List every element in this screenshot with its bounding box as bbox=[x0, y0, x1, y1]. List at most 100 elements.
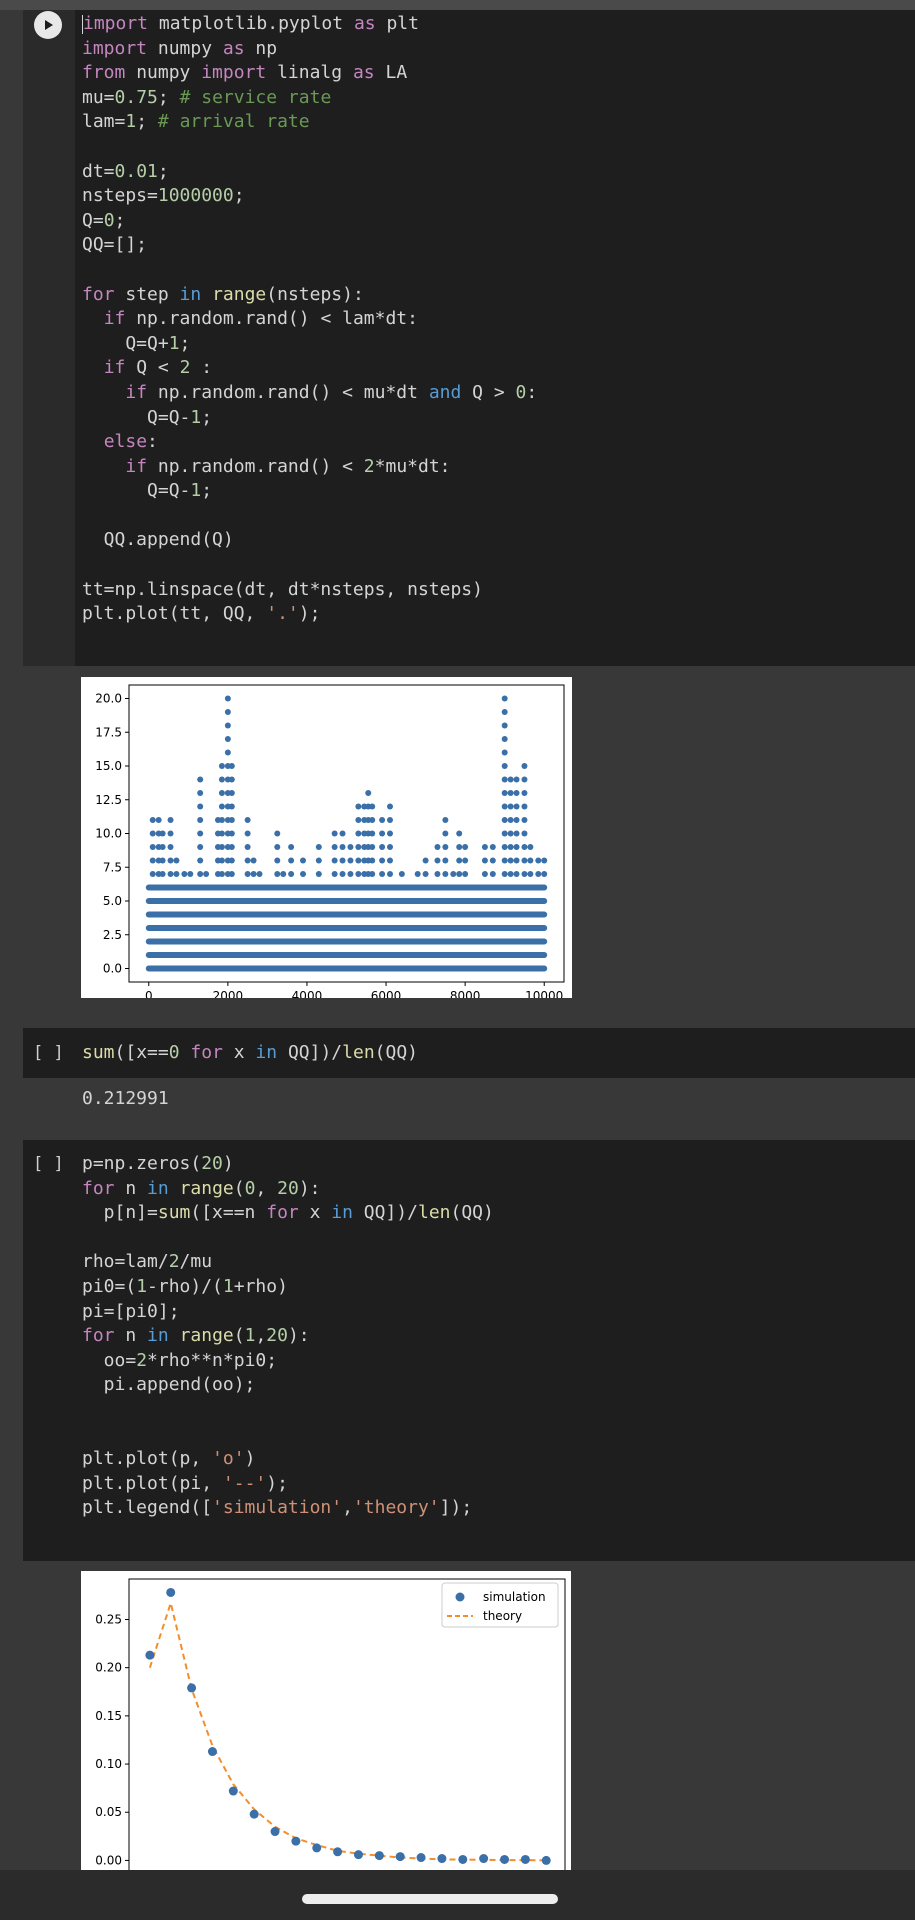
data-point bbox=[197, 803, 204, 810]
code-line: from numpy import linalg as LA bbox=[82, 61, 915, 86]
code-token: Q=Q- bbox=[82, 406, 191, 428]
data-point bbox=[521, 871, 528, 877]
data-point bbox=[507, 844, 514, 850]
data-point bbox=[355, 803, 362, 810]
data-point bbox=[379, 844, 386, 850]
x-tick-label: 2000 bbox=[213, 989, 244, 998]
code-token: oo= bbox=[82, 1349, 137, 1371]
code-token: (QQ) bbox=[450, 1202, 494, 1224]
run-cell-button[interactable] bbox=[34, 11, 62, 39]
data-point bbox=[224, 722, 231, 729]
data-point bbox=[149, 830, 156, 837]
code-token: '.' bbox=[266, 603, 299, 625]
x-tick-label: 10000 bbox=[525, 989, 563, 998]
data-point bbox=[149, 871, 156, 877]
code-editor-cell-1[interactable]: import matplotlib.pyplot as plt import nu… bbox=[75, 10, 915, 666]
data-point bbox=[501, 722, 508, 729]
code-line: nsteps=1000000; bbox=[82, 184, 915, 209]
code-token: ([x==n bbox=[190, 1202, 267, 1224]
code-line: p[n]=sum([x==n for x in QQ])/len(QQ) bbox=[82, 1201, 915, 1226]
data-point bbox=[442, 844, 449, 850]
cell-1-gutter bbox=[23, 10, 75, 666]
data-point bbox=[462, 844, 469, 850]
code-token: plt.plot(pi, bbox=[82, 1472, 223, 1494]
data-point bbox=[369, 817, 376, 823]
data-point bbox=[535, 871, 542, 877]
data-point bbox=[224, 749, 231, 756]
data-point bbox=[167, 871, 174, 877]
code-line: import numpy as np bbox=[82, 37, 915, 62]
data-point bbox=[369, 857, 376, 864]
code-token: (nsteps): bbox=[266, 283, 364, 305]
data-point bbox=[173, 871, 180, 877]
data-point bbox=[501, 709, 508, 715]
code-line: Q=0; bbox=[82, 209, 915, 234]
code-editor-cell-2[interactable]: sum([x==0 for x in QQ])/len(QQ) bbox=[23, 1028, 915, 1078]
data-point bbox=[507, 776, 514, 783]
code-editor-cell-3[interactable]: p=np.zeros(20) for n in range(0, 20): p[n… bbox=[23, 1140, 915, 1561]
code-token: ; bbox=[179, 332, 191, 354]
y-tick-label: 12.5 bbox=[95, 793, 122, 807]
data-point bbox=[434, 844, 441, 850]
data-point bbox=[387, 803, 393, 810]
code-token: in bbox=[147, 1177, 169, 1199]
data-point bbox=[331, 830, 338, 837]
code-token: ; bbox=[136, 111, 158, 133]
code-token: ( bbox=[233, 1325, 245, 1347]
data-point bbox=[159, 871, 166, 877]
simulation-point bbox=[479, 1854, 489, 1864]
data-point bbox=[228, 817, 235, 823]
code-token: ]); bbox=[439, 1497, 473, 1519]
data-point bbox=[218, 776, 225, 783]
home-indicator[interactable] bbox=[302, 1894, 558, 1904]
data-point bbox=[173, 857, 180, 864]
data-point bbox=[331, 844, 338, 850]
simulation-point bbox=[187, 1683, 197, 1693]
code-token: lam= bbox=[82, 111, 126, 133]
simulation-point bbox=[270, 1827, 280, 1837]
distribution-line-chart: 0.00 0.05 0.10 0.15 0.20 0.25 simulation theory bbox=[95, 1578, 566, 1876]
data-point bbox=[203, 871, 210, 877]
code-token: ([x== bbox=[114, 1042, 169, 1063]
plot-frame bbox=[128, 684, 565, 983]
data-point bbox=[501, 776, 508, 783]
cell-3-run-bracket[interactable]: [ ] bbox=[33, 1154, 64, 1174]
code-token: for bbox=[82, 1325, 115, 1347]
y-tick-label: 0.05 bbox=[95, 1805, 122, 1819]
code-token: import bbox=[82, 37, 148, 59]
data-point bbox=[315, 844, 322, 850]
code-token: Q > bbox=[461, 381, 516, 403]
code-line: if np.random.rand() < mu*dt and Q > 0: bbox=[82, 381, 915, 406]
data-point bbox=[489, 857, 496, 864]
code-token: x bbox=[298, 1202, 332, 1224]
code-line: Q=Q-1; bbox=[82, 479, 915, 504]
code-token: in bbox=[179, 283, 202, 305]
code-token: range bbox=[179, 1177, 234, 1199]
data-point bbox=[228, 830, 235, 837]
code-token: 'o' bbox=[212, 1448, 245, 1470]
code-token: matplotlib.pyplot bbox=[148, 13, 354, 34]
code-token: range bbox=[179, 1325, 234, 1347]
code-token: in bbox=[331, 1202, 353, 1224]
data-point bbox=[274, 857, 281, 864]
code-token: if bbox=[103, 308, 126, 330]
data-point bbox=[365, 790, 372, 796]
data-point bbox=[442, 817, 449, 823]
data-point bbox=[521, 763, 528, 769]
code-token: '--' bbox=[222, 1472, 267, 1494]
simulation-point bbox=[416, 1853, 426, 1863]
code-token: ): bbox=[287, 1325, 310, 1347]
code-token: ; bbox=[233, 185, 245, 207]
code-token: plt.plot(p, bbox=[82, 1448, 213, 1470]
data-point bbox=[501, 749, 508, 756]
code-token: : bbox=[147, 431, 158, 453]
cell-2-run-bracket[interactable]: [ ] bbox=[33, 1043, 64, 1063]
x-tick-label: 6000 bbox=[371, 989, 402, 998]
code-token: if bbox=[103, 357, 126, 379]
data-point bbox=[339, 830, 346, 837]
data-point bbox=[513, 790, 520, 796]
data-point bbox=[527, 857, 534, 864]
